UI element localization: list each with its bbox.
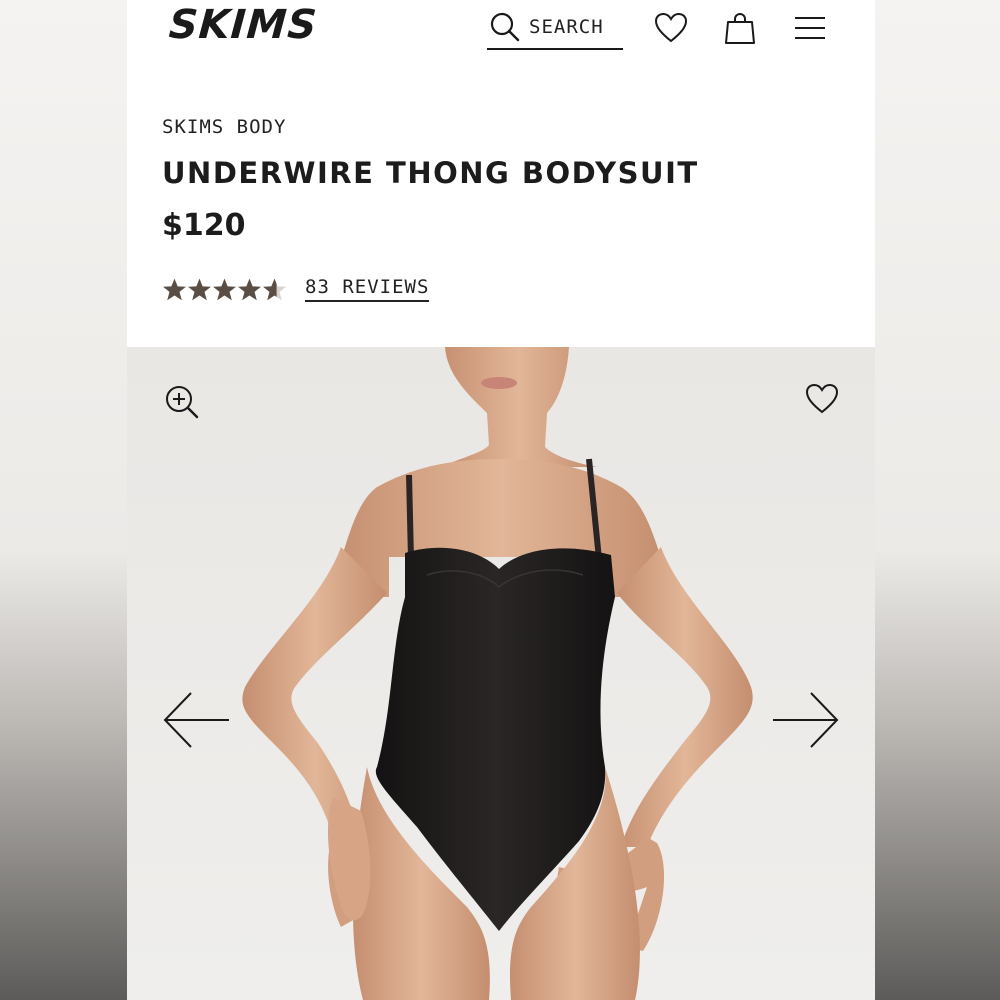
search-bar[interactable]: SEARCH [487, 6, 623, 50]
right-background-blur [875, 0, 1000, 1000]
arrow-left-icon[interactable] [163, 691, 231, 749]
arrow-right-icon[interactable] [771, 691, 839, 749]
product-price: $120 [162, 208, 246, 243]
product-brand[interactable]: SKIMS BODY [162, 116, 286, 138]
product-title: UNDERWIRE THONG BODYSUIT [162, 156, 699, 190]
product-image-gallery[interactable] [127, 347, 875, 1000]
shopping-bag-icon[interactable] [722, 10, 758, 46]
half-star-icon [263, 278, 286, 300]
menu-icon[interactable] [792, 10, 828, 46]
product-rating[interactable]: 83 REVIEWS [162, 276, 430, 302]
left-background-blur [0, 0, 127, 1000]
search-icon [490, 12, 520, 42]
product-photo [242, 347, 753, 1000]
heart-icon[interactable] [653, 10, 689, 46]
star-icon [238, 278, 261, 300]
rating-stars [162, 277, 287, 302]
site-header: SKIMS SEARCH [127, 0, 875, 70]
search-label: SEARCH [529, 16, 604, 38]
product-page: SKIMS SEARCH SKIMS BODY UNDERWIRE THONG … [127, 0, 875, 1000]
reviews-link[interactable]: 83 REVIEWS [305, 276, 430, 302]
heart-icon[interactable] [804, 381, 840, 417]
star-icon [188, 278, 211, 300]
star-icon [163, 278, 186, 300]
zoom-in-icon[interactable] [163, 383, 201, 421]
skims-logo[interactable]: SKIMS [167, 2, 319, 48]
star-icon [213, 278, 236, 300]
